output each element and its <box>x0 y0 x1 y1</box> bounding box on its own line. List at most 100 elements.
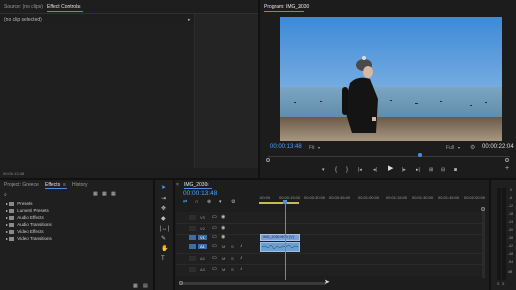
toggle-sync-icon[interactable]: ▭ <box>212 266 217 272</box>
program-menu[interactable]: ≡ <box>299 4 302 10</box>
program-underline <box>264 11 304 12</box>
play-icon[interactable]: ▶ <box>388 165 393 172</box>
slip-tool-icon[interactable]: |↔| <box>160 226 169 232</box>
effects-item-presets[interactable]: ▸ Presets <box>6 201 33 206</box>
razor-tool-icon[interactable]: ◆ <box>161 216 166 222</box>
type-tool-icon[interactable]: T <box>161 256 165 262</box>
track-label[interactable]: A3 <box>200 267 205 272</box>
source-patch-a1[interactable] <box>189 244 196 249</box>
effect-controls-menu[interactable]: ≡ <box>78 4 81 10</box>
track-target[interactable] <box>189 215 196 220</box>
mute-button[interactable]: M <box>222 267 225 272</box>
vertical-scrollbar[interactable] <box>482 208 485 278</box>
effects-item-audio-effects[interactable]: ▸ Audio Effects <box>6 215 44 220</box>
mute-button[interactable]: M <box>222 244 225 249</box>
camera-icon[interactable]: ◙ <box>454 167 457 173</box>
insert-icon[interactable]: ⊞ <box>429 167 433 173</box>
tab-source[interactable]: Source: (no clips) <box>4 4 43 10</box>
go-to-out-icon[interactable]: ▸| <box>416 167 420 173</box>
hand-tool-icon[interactable]: ✋ <box>161 246 168 252</box>
ripple-edit-icon[interactable]: ✥ <box>161 206 166 212</box>
program-title[interactable]: Program: IMG_2030 <box>264 4 309 10</box>
add-button-icon[interactable]: + <box>505 165 509 172</box>
resolution-dropdown[interactable]: Full <box>446 145 454 151</box>
in-marker[interactable] <box>266 158 270 162</box>
wrench-icon[interactable]: ⚙ <box>470 144 475 151</box>
timeline-playhead[interactable] <box>285 204 286 280</box>
pen-tool-icon[interactable]: ✎ <box>161 236 166 242</box>
fit-dropdown[interactable]: Fit <box>309 145 315 151</box>
scroll-handle-left[interactable] <box>179 281 183 285</box>
microphone-icon[interactable]: ♪ <box>240 255 243 261</box>
track-label[interactable]: A2 <box>200 256 205 261</box>
new-bin-icon[interactable]: ▦ <box>133 283 138 289</box>
track-select-icon[interactable]: ⇥ <box>161 196 166 202</box>
toggle-sync-icon[interactable]: ▭ <box>212 243 217 249</box>
source-patch-v1[interactable] <box>189 235 196 240</box>
new-bin-icon[interactable]: ▦ <box>93 191 98 197</box>
eye-icon[interactable]: ◉ <box>221 214 225 220</box>
new-bin-icon[interactable]: ▦ <box>111 191 116 197</box>
effects-item-audio-transitions[interactable]: ▸ Audio Transitions <box>6 222 52 227</box>
mark-in-icon[interactable]: { <box>335 167 337 173</box>
toggle-sync-icon[interactable]: ▭ <box>212 225 217 231</box>
meter-label: -12 <box>508 204 514 208</box>
wrench-icon[interactable]: ⚙ <box>231 199 235 205</box>
toggle-sync-icon[interactable]: ▭ <box>212 234 217 240</box>
timeline-scrollbar[interactable] <box>180 282 326 285</box>
track-label[interactable]: V1 <box>200 235 205 240</box>
meter-label: -18 <box>508 212 514 216</box>
track-label[interactable]: V3 <box>200 215 205 220</box>
toggle-sync-icon[interactable]: ▭ <box>212 255 217 261</box>
mute-button[interactable]: M <box>222 256 225 261</box>
eye-icon[interactable]: ◉ <box>221 234 225 240</box>
solo-button[interactable]: S <box>231 267 234 272</box>
track-target[interactable] <box>189 267 196 272</box>
step-forward-icon[interactable]: |▸ <box>402 167 406 173</box>
chevron-down-icon[interactable]: ▾ <box>318 145 320 150</box>
nest-icon[interactable]: ⇄ <box>183 199 187 205</box>
program-playhead[interactable] <box>418 153 422 157</box>
eye-icon[interactable]: ◉ <box>221 225 225 231</box>
tab-history[interactable]: History <box>72 182 88 188</box>
effects-item-lumetri-presets[interactable]: ▸ Lumetri Presets <box>6 208 49 213</box>
linked-selection-icon[interactable]: ⊗ <box>207 199 211 205</box>
go-to-in-icon[interactable]: |◂ <box>358 167 362 173</box>
add-marker-icon[interactable]: ▾ <box>322 167 325 173</box>
close-icon[interactable]: × <box>176 182 179 188</box>
effects-item-video-transitions[interactable]: ▸ Video Transitions <box>6 236 52 241</box>
new-bin-icon[interactable]: ▦ <box>102 191 107 197</box>
add-marker-icon[interactable]: ▾ <box>219 199 222 205</box>
track-label[interactable]: A1 <box>200 244 205 249</box>
tab-project[interactable]: Project: Greece <box>4 182 39 188</box>
chevron-down-icon[interactable]: ▾ <box>458 145 460 150</box>
step-back-icon[interactable]: ◂| <box>373 167 377 173</box>
solo-left[interactable]: S <box>497 282 499 286</box>
mark-out-icon[interactable]: } <box>346 167 348 173</box>
toggle-sync-icon[interactable]: ▭ <box>212 214 217 220</box>
track-target[interactable] <box>189 256 196 261</box>
search-icon[interactable]: ⌕ <box>4 192 7 198</box>
source-timecode[interactable]: 00:00:13:48 <box>3 171 24 176</box>
effects-item-video-effects[interactable]: ▸ Video Effects <box>6 229 44 234</box>
ruler-label: 00:00:45:00 <box>329 195 351 200</box>
work-area-bar[interactable] <box>259 202 299 204</box>
microphone-icon[interactable]: ♪ <box>240 266 243 272</box>
tab-effect-controls[interactable]: Effect Controls <box>47 4 80 10</box>
chevron-right-icon[interactable]: ▸ <box>188 17 191 23</box>
track-target[interactable] <box>189 226 196 231</box>
overwrite-icon[interactable]: ⊟ <box>441 167 445 173</box>
microphone-icon[interactable]: ♪ <box>240 243 243 249</box>
track-label[interactable]: V2 <box>200 226 205 231</box>
delete-icon[interactable]: ▤ <box>143 283 148 289</box>
scroll-handle-top[interactable] <box>481 207 485 211</box>
program-timecode[interactable]: 00:00:13:48 <box>270 144 302 150</box>
solo-right[interactable]: S <box>502 282 504 286</box>
selection-tool-icon[interactable]: ➤ <box>161 185 166 191</box>
timeline-timecode[interactable]: 00:00:13:48 <box>183 190 217 197</box>
solo-button[interactable]: S <box>231 244 234 249</box>
snap-icon[interactable]: ∩ <box>195 199 199 205</box>
program-scrub-bar[interactable] <box>268 156 510 157</box>
out-marker[interactable] <box>505 158 509 162</box>
solo-button[interactable]: S <box>231 256 234 261</box>
